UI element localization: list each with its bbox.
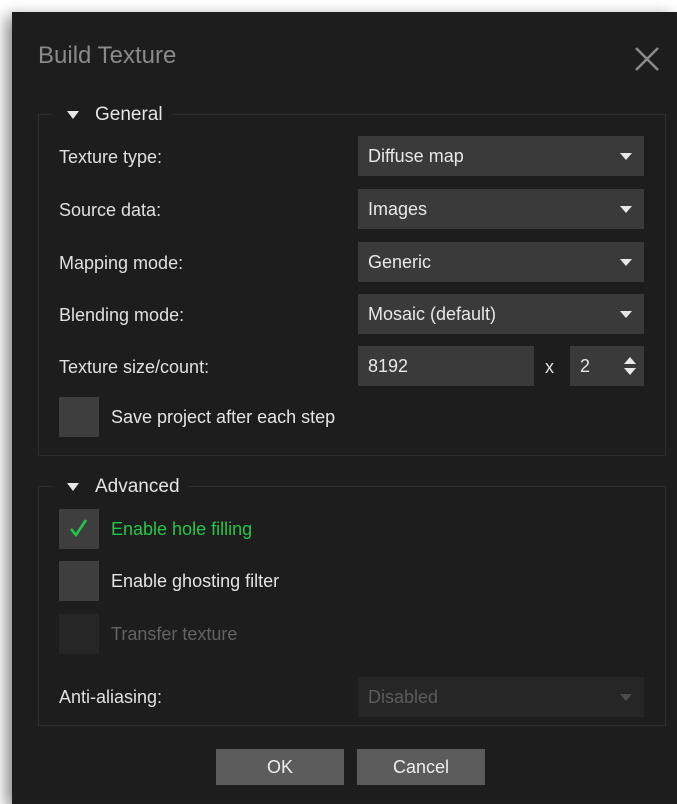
- save-project-checkbox[interactable]: [59, 397, 99, 437]
- dropdown-arrow-icon: [620, 259, 632, 266]
- size-count-separator: x: [545, 357, 554, 377]
- ghosting-filter-checkbox[interactable]: [59, 561, 99, 601]
- close-icon[interactable]: [632, 44, 662, 74]
- advanced-header[interactable]: Advanced: [53, 473, 188, 501]
- blending-mode-label: Blending mode:: [59, 305, 185, 325]
- texture-type-dropdown[interactable]: Diffuse map: [358, 136, 644, 176]
- dropdown-arrow-icon: [620, 206, 632, 213]
- general-header[interactable]: General: [53, 101, 171, 129]
- build-texture-dialog: Build Texture General Texture type: Diff…: [12, 12, 677, 804]
- blending-mode-value: Mosaic (default): [368, 304, 497, 324]
- source-data-value: Images: [368, 199, 428, 219]
- anti-aliasing-dropdown: Disabled: [358, 677, 644, 717]
- general-header-label: General: [95, 104, 163, 125]
- texture-size-input[interactable]: 8192: [358, 346, 534, 386]
- save-project-checkbox-row[interactable]: Save project after each step: [59, 397, 335, 437]
- source-data-dropdown[interactable]: Images: [358, 189, 644, 229]
- transfer-texture-label: Transfer texture: [111, 623, 238, 644]
- dropdown-arrow-icon: [620, 153, 632, 160]
- save-project-label: Save project after each step: [111, 406, 336, 427]
- anti-aliasing-value: Disabled: [368, 687, 439, 707]
- ghosting-filter-checkbox-row[interactable]: Enable ghosting filter: [59, 561, 279, 601]
- collapse-triangle-icon: [67, 111, 79, 119]
- dropdown-arrow-icon: [620, 311, 632, 318]
- blending-mode-dropdown[interactable]: Mosaic (default): [358, 294, 644, 334]
- spin-up-icon[interactable]: [624, 357, 636, 364]
- mapping-mode-dropdown[interactable]: Generic: [358, 242, 644, 282]
- texture-size-label: Texture size/count:: [59, 357, 210, 377]
- texture-type-label: Texture type:: [59, 147, 163, 167]
- ok-button[interactable]: OK: [216, 749, 344, 785]
- spin-down-icon[interactable]: [624, 368, 636, 375]
- dialog-title: Build Texture: [38, 42, 177, 69]
- collapse-triangle-icon: [67, 483, 79, 491]
- texture-count-spinbox[interactable]: 2: [570, 346, 644, 386]
- checkmark-icon: [70, 519, 88, 538]
- mapping-mode-value: Generic: [368, 252, 432, 272]
- texture-count-value: 2: [580, 356, 591, 376]
- general-group: General Texture type: Diffuse map Source…: [38, 101, 666, 456]
- source-data-label: Source data:: [59, 200, 162, 220]
- hole-filling-label: Enable hole filling: [111, 518, 253, 539]
- transfer-texture-checkbox-row: Transfer texture: [59, 614, 237, 654]
- advanced-header-label: Advanced: [95, 476, 180, 497]
- anti-aliasing-label: Anti-aliasing:: [59, 687, 163, 707]
- advanced-group: Advanced Enable hole filling Enable ghos…: [38, 473, 666, 726]
- dropdown-arrow-icon: [620, 694, 632, 701]
- cancel-button[interactable]: Cancel: [357, 749, 485, 785]
- transfer-texture-checkbox: [59, 614, 99, 654]
- mapping-mode-label: Mapping mode:: [59, 253, 184, 273]
- hole-filling-checkbox[interactable]: [59, 509, 99, 549]
- ghosting-filter-label: Enable ghosting filter: [111, 570, 280, 591]
- hole-filling-checkbox-row[interactable]: Enable hole filling: [59, 509, 252, 549]
- texture-type-value: Diffuse map: [368, 146, 464, 166]
